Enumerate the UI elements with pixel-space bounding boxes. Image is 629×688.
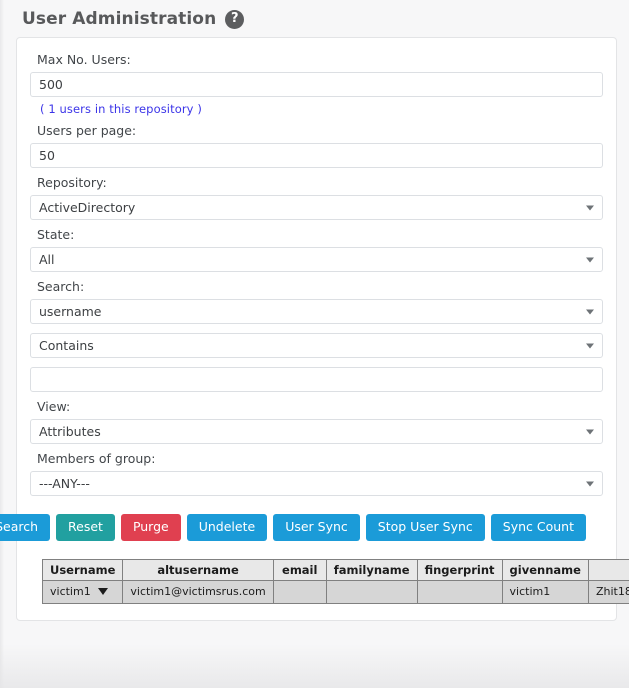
view-select-wrapper: Attributes	[30, 419, 603, 444]
state-select-wrapper: All	[30, 247, 603, 272]
undelete-button[interactable]: Undelete	[186, 514, 268, 541]
members-of-group-select[interactable]: ---ANY---	[30, 471, 603, 496]
column-header-fingerprint: fingerprint	[416, 558, 503, 581]
column-header-email: email	[272, 558, 327, 581]
users-table: Username altusername email familyname finger…	[41, 558, 629, 604]
page-header: User Administration ?	[4, 0, 629, 37]
username-dropdown[interactable]: victim1	[50, 585, 115, 598]
search-button[interactable]: Search	[0, 514, 51, 541]
table-header-row: Username altusername email familyname finger…	[41, 558, 629, 581]
view-label: View:	[37, 399, 71, 414]
state-select[interactable]: All	[30, 247, 603, 272]
state-label: State:	[37, 227, 75, 242]
search-term-input[interactable]	[30, 367, 603, 392]
search-field-select-wrapper: username	[30, 299, 603, 324]
column-header-familyname: familyname	[325, 558, 418, 581]
repository-select-wrapper: ActiveDirectory	[30, 195, 603, 220]
username-value: victim1	[50, 585, 91, 598]
column-header-immutableid: immutableId	[587, 558, 629, 581]
action-button-row: SearchResetPurgeUndeleteUser SyncStop Us…	[0, 514, 586, 541]
cell-givenname: victim1	[501, 579, 589, 604]
question-mark-circle-icon[interactable]: ?	[225, 9, 245, 29]
table-row: victim1 victim1@victimsrus.com victim1 Zhit…	[41, 579, 629, 604]
cell-immutableid: Zhit18jTlUy8UiHu+Y0H5g==	[587, 579, 629, 604]
cell-username[interactable]: victim1	[41, 579, 124, 604]
user-sync-button[interactable]: User Sync	[273, 514, 360, 541]
cell-email	[272, 579, 327, 604]
max-users-input[interactable]	[30, 72, 603, 97]
search-field-select[interactable]: username	[30, 299, 603, 324]
column-header-givenname: givenname	[501, 558, 589, 581]
max-users-label: Max No. Users:	[37, 52, 131, 67]
page-title: User Administration	[22, 9, 217, 29]
purge-button[interactable]: Purge	[120, 514, 181, 541]
repository-select[interactable]: ActiveDirectory	[30, 195, 603, 220]
match-operator-select[interactable]: Contains	[30, 333, 603, 358]
caret-down-icon	[97, 588, 108, 595]
cell-fingerprint	[416, 579, 503, 604]
view-select[interactable]: Attributes	[30, 419, 603, 444]
members-of-group-select-wrapper: ---ANY---	[30, 471, 603, 496]
repository-label: Repository:	[37, 175, 107, 190]
cell-altusername: victim1@victimsrus.com	[122, 579, 274, 604]
stop-user-sync-button[interactable]: Stop User Sync	[365, 514, 485, 541]
search-label: Search:	[37, 279, 85, 294]
match-operator-select-wrapper: Contains	[30, 333, 603, 358]
members-of-group-label: Members of group:	[37, 451, 156, 466]
users-per-page-label: Users per page:	[37, 123, 137, 138]
sync-count-button[interactable]: Sync Count	[490, 514, 586, 541]
column-header-username: Username	[41, 558, 124, 581]
cell-familyname	[325, 579, 418, 604]
repository-user-count-note[interactable]: ( 1 users in this repository )	[40, 102, 603, 116]
column-header-altusername: altusername	[122, 558, 274, 581]
page-container: User Administration ? Max No. Users: ( 1…	[0, 0, 629, 688]
reset-button[interactable]: Reset	[56, 514, 115, 541]
users-per-page-input[interactable]	[30, 143, 603, 168]
user-administration-form-card: Max No. Users: ( 1 users in this reposit…	[0, 37, 629, 621]
